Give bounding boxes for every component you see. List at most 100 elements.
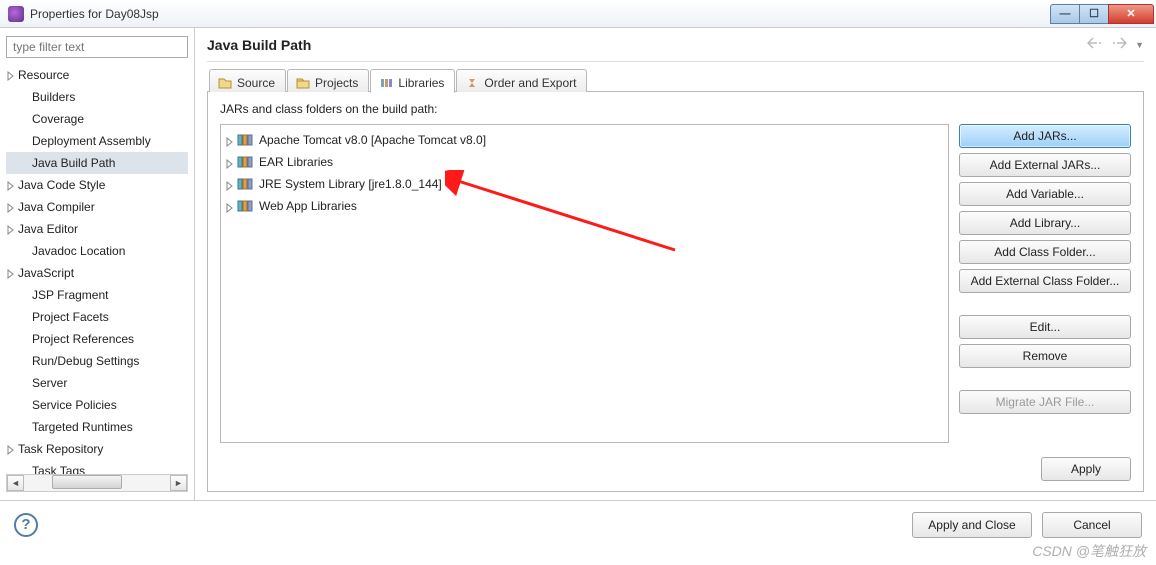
scroll-thumb[interactable] xyxy=(52,475,122,489)
watermark: CSDN @笔触狂放 xyxy=(1032,541,1146,561)
tab-source[interactable]: Source xyxy=(209,69,286,92)
tab-icon xyxy=(379,77,393,89)
library-label: Web App Libraries xyxy=(259,197,357,215)
libraries-list[interactable]: Apache Tomcat v8.0 [Apache Tomcat v8.0] E… xyxy=(220,124,949,443)
nav-item-coverage[interactable]: Coverage xyxy=(6,108,188,130)
nav-tree[interactable]: Resource Builders Coverage Deployment Assem… xyxy=(6,64,188,474)
nav-item-java-compiler[interactable]: Java Compiler xyxy=(6,196,188,218)
nav-item-label: Builders xyxy=(32,90,75,104)
nav-item-resource[interactable]: Resource xyxy=(6,64,188,86)
apply-button[interactable]: Apply xyxy=(1041,457,1131,481)
nav-item-label: Targeted Runtimes xyxy=(32,420,133,434)
nav-item-targeted-runtimes[interactable]: Targeted Runtimes xyxy=(6,416,188,438)
nav-item-service-policies[interactable]: Service Policies xyxy=(6,394,188,416)
add-jars-button[interactable]: Add JARs... xyxy=(959,124,1131,148)
add-variable-button[interactable]: Add Variable... xyxy=(959,182,1131,206)
tab-label: Libraries xyxy=(398,76,444,90)
nav-item-label: Run/Debug Settings xyxy=(32,354,139,368)
window-title: Properties for Day08Jsp xyxy=(30,7,1051,21)
minimize-button[interactable]: — xyxy=(1050,4,1080,24)
library-label: JRE System Library [jre1.8.0_144] xyxy=(259,175,442,193)
nav-item-label: Project Facets xyxy=(32,310,109,324)
tab-libraries[interactable]: Libraries xyxy=(370,69,455,93)
back-icon[interactable] xyxy=(1087,36,1103,53)
nav-item-java-code-style[interactable]: Java Code Style xyxy=(6,174,188,196)
apply-and-close-button[interactable]: Apply and Close xyxy=(912,512,1032,538)
tab-order-and-export[interactable]: Order and Export xyxy=(456,69,587,92)
nav-item-label: Java Code Style xyxy=(18,178,105,192)
close-button[interactable]: ✕ xyxy=(1108,4,1154,24)
nav-item-label: JavaScript xyxy=(18,266,74,280)
expand-icon[interactable] xyxy=(225,200,235,218)
nav-item-project-facets[interactable]: Project Facets xyxy=(6,306,188,328)
nav-item-label: Deployment Assembly xyxy=(32,134,151,148)
help-icon[interactable]: ? xyxy=(14,513,38,537)
nav-item-java-build-path[interactable]: Java Build Path xyxy=(6,152,188,174)
tab-label: Order and Export xyxy=(484,76,576,90)
filter-input[interactable] xyxy=(6,36,188,58)
library-icon xyxy=(237,177,253,191)
nav-item-label: Resource xyxy=(18,68,69,82)
nav-item-task-tags[interactable]: Task Tags xyxy=(6,460,188,474)
horizontal-scrollbar[interactable]: ◄ ► xyxy=(6,474,188,492)
tab-label: Source xyxy=(237,76,275,90)
library-label: Apache Tomcat v8.0 [Apache Tomcat v8.0] xyxy=(259,131,486,149)
scroll-right-arrow[interactable]: ► xyxy=(170,475,187,491)
edit-button[interactable]: Edit... xyxy=(959,315,1131,339)
library-item[interactable]: EAR Libraries xyxy=(223,151,946,173)
expand-icon[interactable] xyxy=(225,156,235,174)
nav-item-label: Task Repository xyxy=(18,442,103,456)
expand-icon[interactable] xyxy=(225,134,235,152)
library-item[interactable]: Apache Tomcat v8.0 [Apache Tomcat v8.0] xyxy=(223,129,946,151)
expand-icon[interactable] xyxy=(6,266,16,276)
expand-icon[interactable] xyxy=(225,178,235,196)
expand-icon[interactable] xyxy=(6,442,16,452)
nav-item-label: Server xyxy=(32,376,67,390)
dialog-footer: ? Apply and Close Cancel xyxy=(0,500,1156,548)
nav-item-deployment-assembly[interactable]: Deployment Assembly xyxy=(6,130,188,152)
nav-item-java-editor[interactable]: Java Editor xyxy=(6,218,188,240)
page-title: Java Build Path xyxy=(207,37,1087,53)
tab-projects[interactable]: Projects xyxy=(287,69,369,92)
cancel-button[interactable]: Cancel xyxy=(1042,512,1142,538)
window-buttons: — ☐ ✕ xyxy=(1051,4,1154,24)
nav-item-server[interactable]: Server xyxy=(6,372,188,394)
nav-item-label: Coverage xyxy=(32,112,84,126)
migrate-jar-button: Migrate JAR File... xyxy=(959,390,1131,414)
nav-item-task-repository[interactable]: Task Repository xyxy=(6,438,188,460)
nav-item-label: Java Editor xyxy=(18,222,78,236)
add-class-folder-button[interactable]: Add Class Folder... xyxy=(959,240,1131,264)
library-item[interactable]: Web App Libraries xyxy=(223,195,946,217)
nav-item-label: Javadoc Location xyxy=(32,244,125,258)
dropdown-icon[interactable]: ▼ xyxy=(1135,40,1144,50)
expand-icon[interactable] xyxy=(6,222,16,232)
add-library-button[interactable]: Add Library... xyxy=(959,211,1131,235)
nav-item-builders[interactable]: Builders xyxy=(6,86,188,108)
properties-page: Java Build Path ▼ Source Projects Librarie… xyxy=(195,28,1156,500)
nav-item-label: Java Build Path xyxy=(32,156,115,170)
forward-icon[interactable] xyxy=(1111,36,1127,53)
nav-item-label: Task Tags xyxy=(32,464,85,474)
expand-icon[interactable] xyxy=(6,200,16,210)
nav-item-javadoc-location[interactable]: Javadoc Location xyxy=(6,240,188,262)
nav-item-jsp-fragment[interactable]: JSP Fragment xyxy=(6,284,188,306)
scroll-left-arrow[interactable]: ◄ xyxy=(7,475,24,491)
library-item[interactable]: JRE System Library [jre1.8.0_144] xyxy=(223,173,946,195)
nav-item-label: Java Compiler xyxy=(18,200,95,214)
app-icon xyxy=(8,6,24,22)
add-external-jars-button[interactable]: Add External JARs... xyxy=(959,153,1131,177)
nav-item-label: Project References xyxy=(32,332,134,346)
remove-button[interactable]: Remove xyxy=(959,344,1131,368)
maximize-button[interactable]: ☐ xyxy=(1079,4,1109,24)
nav-item-project-references[interactable]: Project References xyxy=(6,328,188,350)
expand-icon[interactable] xyxy=(6,68,16,78)
nav-item-label: JSP Fragment xyxy=(32,288,108,302)
nav-item-javascript[interactable]: JavaScript xyxy=(6,262,188,284)
tab-label: Projects xyxy=(315,76,358,90)
button-column: Add JARs... Add External JARs... Add Var… xyxy=(959,124,1131,443)
nav-item-run-debug-settings[interactable]: Run/Debug Settings xyxy=(6,350,188,372)
expand-icon[interactable] xyxy=(6,178,16,188)
left-nav-panel: Resource Builders Coverage Deployment Assem… xyxy=(0,28,195,500)
add-external-class-folder-button[interactable]: Add External Class Folder... xyxy=(959,269,1131,293)
tab-icon xyxy=(465,77,479,89)
